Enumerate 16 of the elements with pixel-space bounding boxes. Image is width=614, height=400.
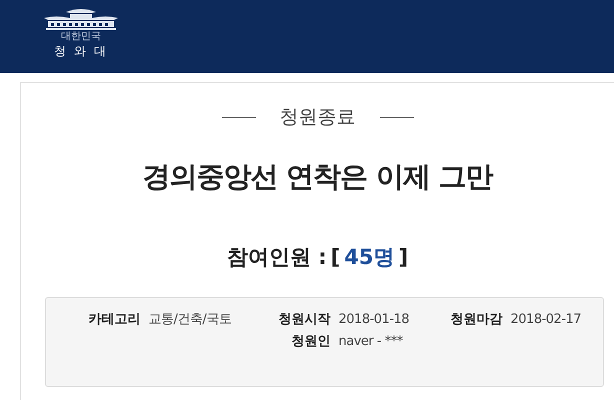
logo-text: 청 와 대 xyxy=(53,45,109,57)
detail-label: 청원시작 xyxy=(278,311,330,329)
bracket: [ xyxy=(330,244,340,270)
logo-subtitle: 대한민국 xyxy=(60,32,102,42)
detail-label: 청원인 xyxy=(290,332,330,350)
detail-value: 교통/건축/국토 xyxy=(148,311,232,329)
detail-value: naver - *** xyxy=(338,332,404,350)
detail-value: 2018-01-18 xyxy=(338,311,410,329)
detail-label: 청원마감 xyxy=(450,311,502,329)
participants-label: 참여인원 : xyxy=(226,244,327,270)
detail-value: 2018-02-17 xyxy=(510,311,582,329)
petition-title: 경의중앙선 연착은 이제 그만 xyxy=(142,160,493,192)
participants-count: 45명 xyxy=(344,244,394,270)
petition-status: 청원종료 xyxy=(280,105,356,130)
detail-label: 카테고리 xyxy=(88,311,140,329)
bracket: ] xyxy=(398,244,408,270)
